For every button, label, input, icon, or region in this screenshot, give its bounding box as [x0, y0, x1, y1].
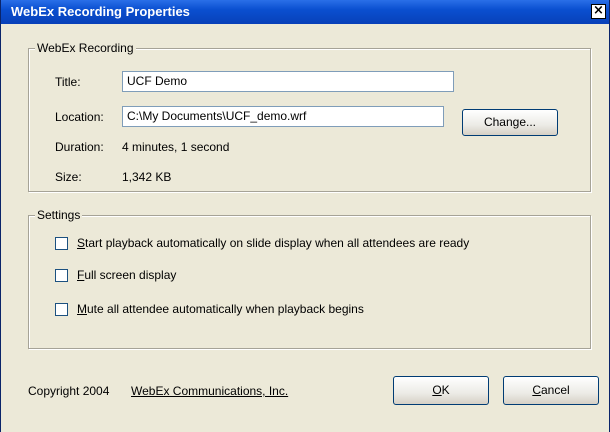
title-label: Title:	[55, 75, 81, 89]
close-icon[interactable]: ×	[591, 4, 606, 19]
auto-start-label: Start playback automatically on slide di…	[77, 236, 470, 250]
location-field[interactable]: C:\My Documents\UCF_demo.wrf	[122, 106, 444, 127]
window-title: WebEx Recording Properties	[11, 4, 190, 19]
title-field[interactable]: UCF Demo	[122, 71, 454, 92]
recording-group-legend: WebEx Recording	[35, 41, 136, 55]
properties-dialog: WebEx Recording Properties × WebEx Recor…	[0, 0, 610, 432]
size-value: 1,342 KB	[122, 170, 172, 184]
title-bar[interactable]: WebEx Recording Properties ×	[1, 0, 609, 24]
full-screen-checkbox[interactable]	[55, 269, 68, 282]
duration-value: 4 minutes, 1 second	[122, 140, 230, 154]
copyright-text: Copyright 2004	[28, 384, 110, 398]
mute-attendees-checkbox[interactable]	[55, 303, 68, 316]
change-button[interactable]: Change...	[462, 109, 558, 136]
mute-attendees-label: Mute all attendee automatically when pla…	[77, 302, 364, 316]
settings-group-legend: Settings	[35, 208, 83, 222]
duration-label: Duration:	[55, 140, 104, 154]
full-screen-label: Full screen display	[77, 268, 177, 282]
company-link[interactable]: WebEx Communications, Inc.	[131, 384, 288, 398]
auto-start-checkbox[interactable]	[55, 237, 68, 250]
location-label: Location:	[55, 110, 104, 124]
size-label: Size:	[55, 170, 82, 184]
ok-button[interactable]: OK	[393, 376, 489, 405]
cancel-button[interactable]: Cancel	[503, 376, 599, 405]
